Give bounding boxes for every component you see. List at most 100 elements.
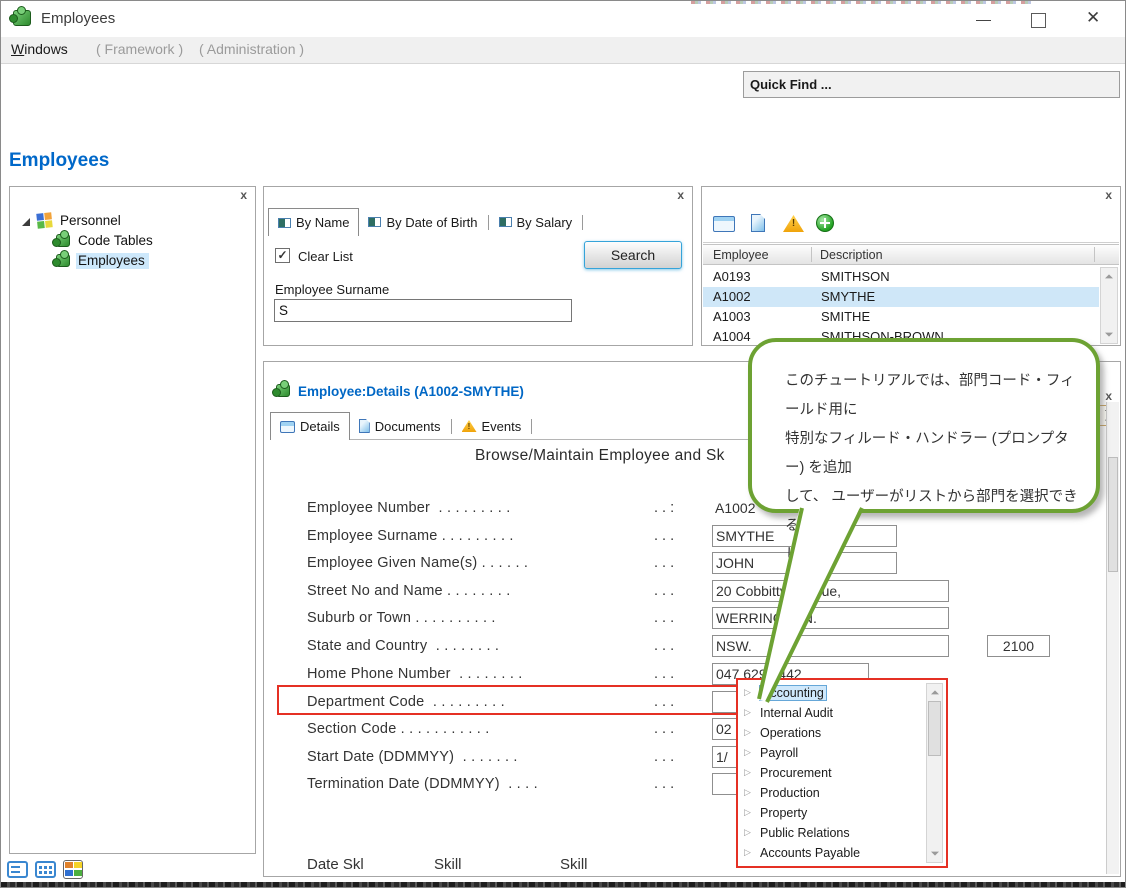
field-label: Start Date (DDMMYY) . . . . . . .: [307, 749, 518, 765]
window-view-icon[interactable]: [713, 216, 735, 232]
scroll-thumb[interactable]: [1108, 457, 1118, 572]
list-panel-close-icon[interactable]: x: [1105, 189, 1112, 201]
field-label: Suburb or Town . . . . . . . . . .: [307, 610, 496, 626]
window-title: Employees: [41, 10, 116, 27]
table-row[interactable]: A0193 SMITHSON: [703, 267, 1099, 287]
dropdown-item[interactable]: ▷ Operations: [740, 724, 922, 744]
dropdown-item[interactable]: ▷ Procurement: [740, 764, 922, 784]
tutorial-callout: このチュートリアルでは、部門コード・フィールド用に 特別なフィルード・ハンドラー…: [748, 338, 1100, 563]
tree-item-code-tables[interactable]: Code Tables: [10, 230, 253, 251]
street-field[interactable]: 20 Cobbitty Avenue,: [712, 580, 949, 602]
dropdown-item[interactable]: ▷ Internal Audit: [740, 704, 922, 724]
details-scrollbar[interactable]: [1106, 402, 1119, 874]
expand-triangle-icon[interactable]: ▷: [744, 707, 751, 718]
close-button[interactable]: ✕: [1086, 8, 1100, 28]
expand-triangle-icon[interactable]: ▷: [744, 687, 751, 698]
puzzle-icon: [272, 380, 290, 397]
search-button[interactable]: Search: [584, 241, 682, 269]
dropdown-scrollbar[interactable]: [926, 683, 943, 863]
details-panel-close-icon[interactable]: x: [1105, 390, 1112, 402]
dropdown-item[interactable]: ▷ Payroll: [740, 744, 922, 764]
dropdown-item[interactable]: ▷ Accounts Payable: [740, 844, 922, 864]
field-label: Section Code . . . . . . . . . . .: [307, 721, 490, 737]
tab-divider: [531, 419, 533, 434]
tree-item-label[interactable]: Personnel: [60, 213, 121, 228]
expand-triangle-icon[interactable]: ▷: [744, 767, 751, 778]
tab-events[interactable]: ! Events: [453, 413, 531, 439]
tree-item-label[interactable]: Code Tables: [78, 233, 153, 248]
tab-divider: [450, 419, 452, 434]
tree-item-employees[interactable]: Employees: [10, 250, 253, 271]
tree-item-label-selected[interactable]: Employees: [76, 253, 149, 269]
menu-bar: Windows ( Framework ) ( Administration ): [1, 37, 1125, 64]
column-separator[interactable]: [1094, 247, 1095, 262]
expander-icon[interactable]: [22, 218, 30, 226]
dropdown-item[interactable]: ▷ Public Relations: [740, 824, 922, 844]
list-scrollbar[interactable]: [1100, 267, 1118, 344]
skill-column-header: Skill: [560, 856, 588, 873]
table-row[interactable]: A1003 SMITHE: [703, 307, 1099, 327]
column-description[interactable]: Description: [820, 248, 883, 262]
title-bar: Employees ✕: [1, 1, 1125, 37]
dropdown-item[interactable]: ▷ Accounting: [740, 684, 922, 704]
search-panel-close-icon[interactable]: x: [677, 189, 684, 201]
screenshot-artifact: [1, 882, 1125, 887]
suburb-field[interactable]: WERRINGTON.: [712, 607, 949, 629]
department-dropdown: ▷ Accounting ▷ Internal Audit ▷ Operatio…: [736, 678, 948, 868]
scroll-up-icon[interactable]: [1101, 268, 1117, 284]
scroll-down-icon[interactable]: [927, 846, 942, 862]
expand-triangle-icon[interactable]: ▷: [744, 807, 751, 818]
field-label: Termination Date (DDMMYY) . . . .: [307, 776, 538, 792]
details-title: Employee:Details (A1002-SMYTHE): [298, 384, 524, 399]
field-label: Employee Given Name(s) . . . . . .: [307, 555, 529, 571]
puzzle-icon: [52, 230, 70, 247]
column-separator[interactable]: [811, 247, 812, 262]
tab-by-date-of-birth[interactable]: By Date of Birth: [359, 209, 486, 235]
scroll-up-icon[interactable]: [927, 684, 942, 700]
tab-by-salary[interactable]: By Salary: [490, 209, 582, 235]
scroll-thumb[interactable]: [928, 701, 941, 756]
document-icon[interactable]: [751, 214, 765, 232]
app-window: Employees ✕ Windows ( Framework ) ( Admi…: [0, 0, 1126, 888]
field-label: Home Phone Number . . . . . . . .: [307, 666, 523, 682]
tree-panel-close-icon[interactable]: x: [240, 189, 247, 201]
state-field[interactable]: NSW.: [712, 635, 949, 657]
tab-divider: [582, 215, 584, 230]
maximize-button[interactable]: [1031, 13, 1046, 28]
callout-text: このチュートリアルでは、部門コード・フィールド用に 特別なフィルード・ハンドラー…: [785, 373, 1078, 563]
tab-details[interactable]: Details: [270, 412, 350, 440]
quick-find-input[interactable]: [743, 71, 1120, 98]
employee-surname-input[interactable]: [274, 299, 572, 322]
expand-triangle-icon[interactable]: ▷: [744, 787, 751, 798]
clear-list-checkbox[interactable]: ✓: [275, 248, 290, 263]
expand-triangle-icon[interactable]: ▷: [744, 747, 751, 758]
window-grid-icon[interactable]: [35, 861, 56, 878]
tab-documents[interactable]: Documents: [350, 413, 450, 439]
dropdown-item[interactable]: ▷ Property: [740, 804, 922, 824]
warning-icon[interactable]: !: [783, 215, 804, 232]
postcode-field[interactable]: 2100: [987, 635, 1050, 657]
list-toolbar: !: [703, 207, 1119, 243]
expand-triangle-icon[interactable]: ▷: [744, 727, 751, 738]
dropdown-item-selected[interactable]: Accounting: [759, 685, 827, 701]
menu-windows[interactable]: Windows: [11, 41, 68, 57]
expand-triangle-icon[interactable]: ▷: [744, 847, 751, 858]
tab-by-name[interactable]: By Name: [268, 208, 360, 236]
skill-column-header: Date Skl: [307, 856, 364, 873]
expand-triangle-icon[interactable]: ▷: [744, 827, 751, 838]
color-grid-icon[interactable]: [63, 860, 83, 879]
minimize-button[interactable]: [976, 20, 991, 21]
menu-administration: ( Administration ): [199, 41, 305, 57]
app-puzzle-icon: [9, 6, 31, 26]
dropdown-item[interactable]: ▷ Production: [740, 784, 922, 804]
table-row-selected[interactable]: A1002 SMYTHE: [703, 287, 1099, 307]
puzzle-icon: [52, 250, 70, 267]
add-icon[interactable]: [816, 214, 834, 232]
navigation-tree-panel: x Personnel Code Tables Employees: [9, 186, 256, 854]
tree-item-personnel[interactable]: Personnel: [10, 211, 253, 231]
scroll-down-icon[interactable]: [1101, 327, 1117, 343]
clear-list-label: Clear List: [298, 249, 353, 264]
column-employee[interactable]: Employee: [713, 248, 769, 262]
window-list-icon[interactable]: [7, 861, 28, 878]
menu-framework: ( Framework ): [96, 41, 184, 57]
